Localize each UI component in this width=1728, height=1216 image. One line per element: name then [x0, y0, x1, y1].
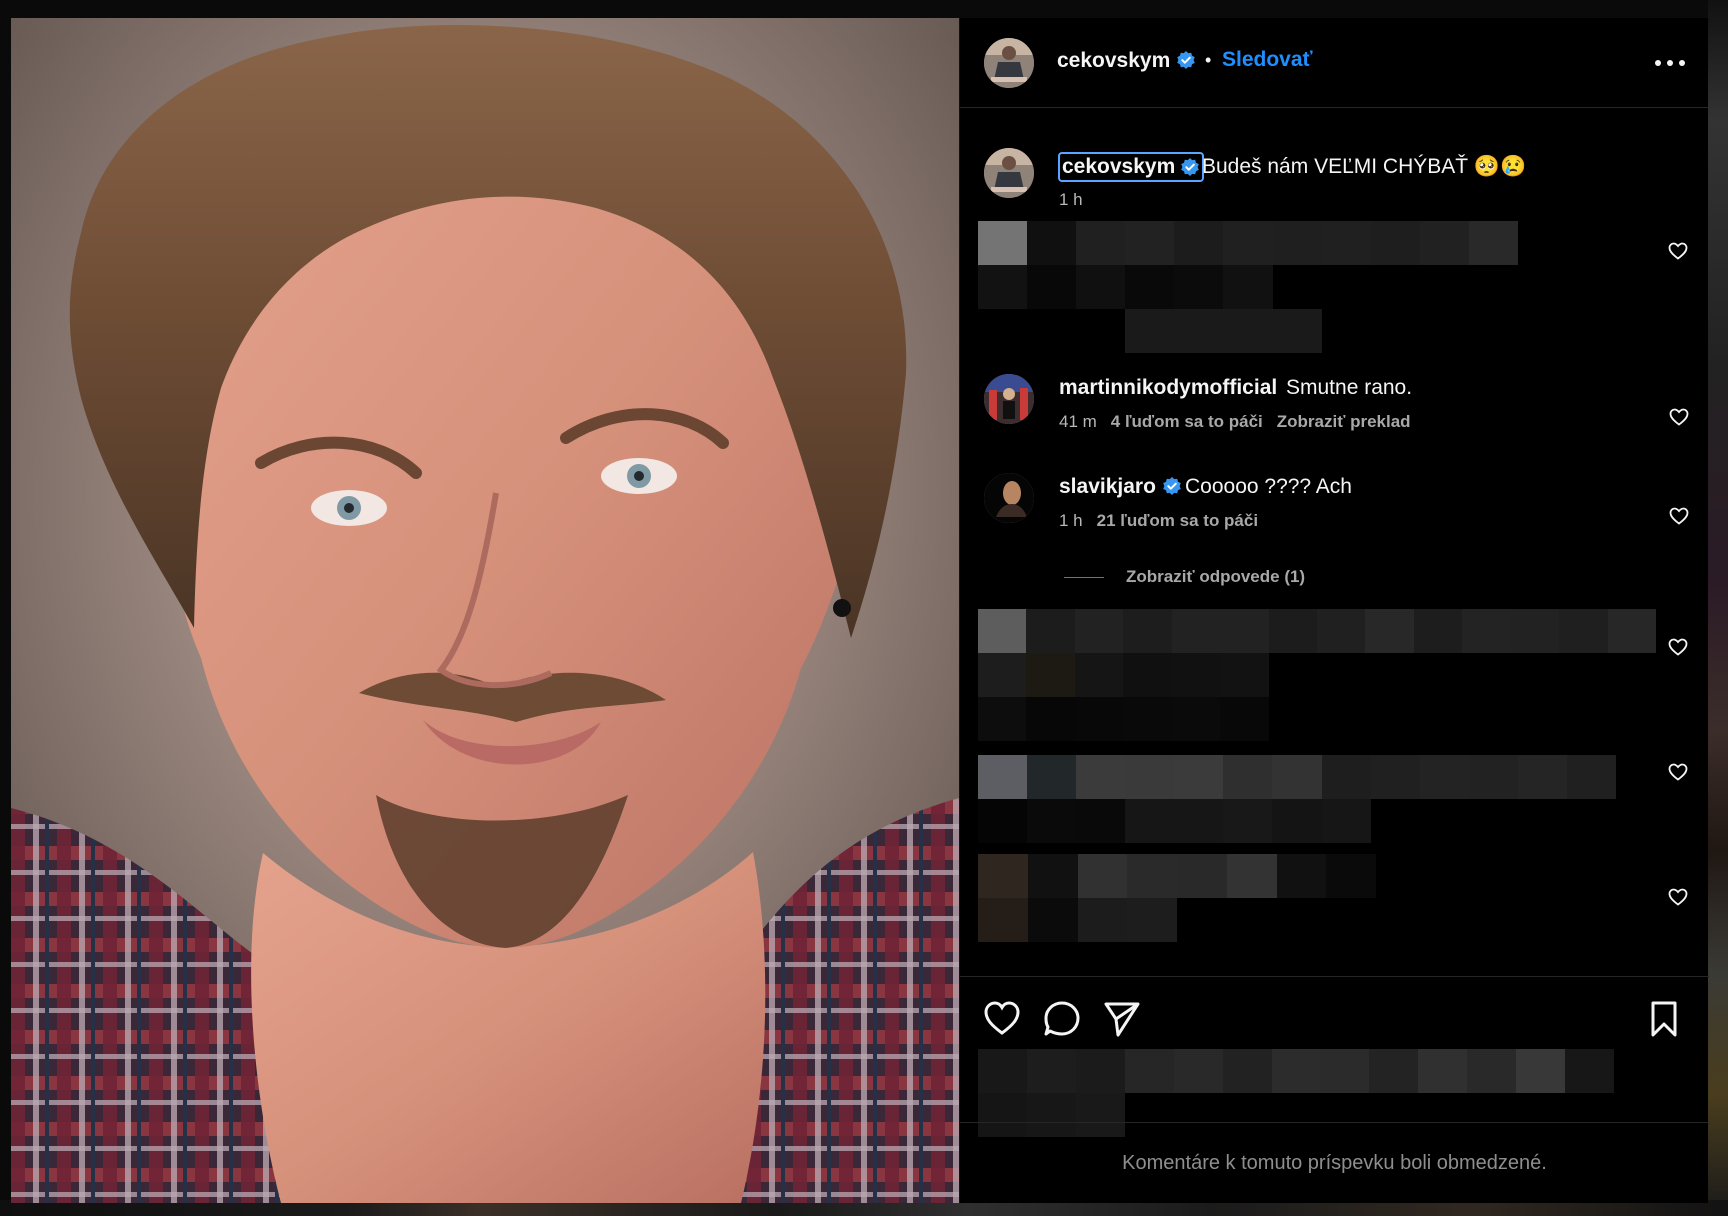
verified-badge-icon: [1163, 477, 1181, 495]
author-username[interactable]: cekovskym: [1057, 49, 1196, 73]
author-avatar-image: [984, 38, 1034, 88]
comment-likes[interactable]: 21 ľuďom sa to páči: [1097, 511, 1258, 530]
comment-icon[interactable]: [1042, 999, 1082, 1039]
caption-author-avatar-image: [984, 148, 1034, 198]
commenter-avatar[interactable]: [984, 473, 1034, 523]
comment-like-heart-icon[interactable]: [1669, 507, 1689, 525]
commenter-avatar[interactable]: [984, 374, 1034, 424]
comment-time[interactable]: 41 m: [1059, 412, 1097, 431]
follow-button[interactable]: Sledovať: [1222, 48, 1313, 72]
comment-like-heart-icon[interactable]: [1668, 242, 1688, 260]
view-replies-button[interactable]: Zobraziť odpovede (1): [1064, 567, 1305, 587]
comment-item: slavikjaro Cooooo ???? Ach 1 h 21 ľuďom s…: [960, 473, 1709, 563]
caption-row: cekovskym Budeš nám VEĽMI CHÝBAŤ 🥺😢 1 h: [960, 122, 1709, 210]
translate-button[interactable]: Zobraziť preklad: [1277, 412, 1411, 431]
verified-badge-icon: [1181, 158, 1200, 176]
commenter-username[interactable]: slavikjaro: [1059, 475, 1182, 499]
comment-meta: 41 m 4 ľuďom sa to páči Zobraziť preklad: [1059, 412, 1411, 432]
comment-time[interactable]: 1 h: [1059, 511, 1083, 530]
more-options-icon[interactable]: [1652, 56, 1688, 70]
comment-like-heart-icon[interactable]: [1668, 888, 1688, 906]
comment-like-heart-icon[interactable]: [1669, 408, 1689, 426]
comment-text: Cooooo ???? Ach: [1185, 475, 1352, 498]
comments-restricted-message: Komentáre k tomuto príspevku boli obmedz…: [960, 1122, 1709, 1203]
separator-dot: •: [1205, 50, 1212, 70]
comment-like-heart-icon[interactable]: [1668, 763, 1688, 781]
comment-item: martinnikodymofficial Smutne rano. 41 m4…: [960, 374, 1709, 464]
post-image[interactable]: [11, 18, 959, 1203]
share-send-icon[interactable]: [1102, 999, 1142, 1039]
blurred-comment-3: [978, 755, 1616, 843]
comment-meta: 1 h 21 ľuďom sa to páči: [1059, 511, 1258, 531]
caption-author-avatar[interactable]: [984, 148, 1034, 198]
author-avatar[interactable]: [984, 38, 1034, 88]
blurred-comment-2: [978, 609, 1656, 741]
blurred-comment-1: [978, 221, 1518, 353]
blurred-comment-4: [978, 854, 1376, 942]
commenter-avatar-image: [984, 473, 1034, 523]
replies-line: [1064, 576, 1104, 578]
like-heart-icon[interactable]: [982, 999, 1022, 1039]
comment-likes[interactable]: 4 ľuďom sa to páči: [1111, 412, 1263, 431]
background-content-right: [1708, 0, 1728, 1216]
caption-time[interactable]: 1 h: [1059, 190, 1083, 210]
caption-username[interactable]: cekovskym: [1058, 152, 1205, 182]
post-details-panel: cekovskym • Sledovať cekovskym Budeš nám…: [959, 18, 1709, 1203]
commenter-avatar-image: [984, 374, 1034, 424]
instagram-post-modal: cekovskym • Sledovať cekovskym Budeš nám…: [0, 0, 1728, 1216]
post-header: cekovskym • Sledovať: [960, 18, 1709, 108]
comment-like-heart-icon[interactable]: [1668, 638, 1688, 656]
commenter-username[interactable]: martinnikodymofficial: [1059, 376, 1277, 400]
caption-text: Budeš nám VEĽMI CHÝBAŤ 🥺😢: [1202, 155, 1527, 178]
verified-badge-icon: [1177, 51, 1196, 69]
save-bookmark-icon[interactable]: [1649, 999, 1679, 1039]
portrait-photo: [11, 18, 959, 1203]
comment-text: Smutne rano.: [1286, 376, 1413, 399]
